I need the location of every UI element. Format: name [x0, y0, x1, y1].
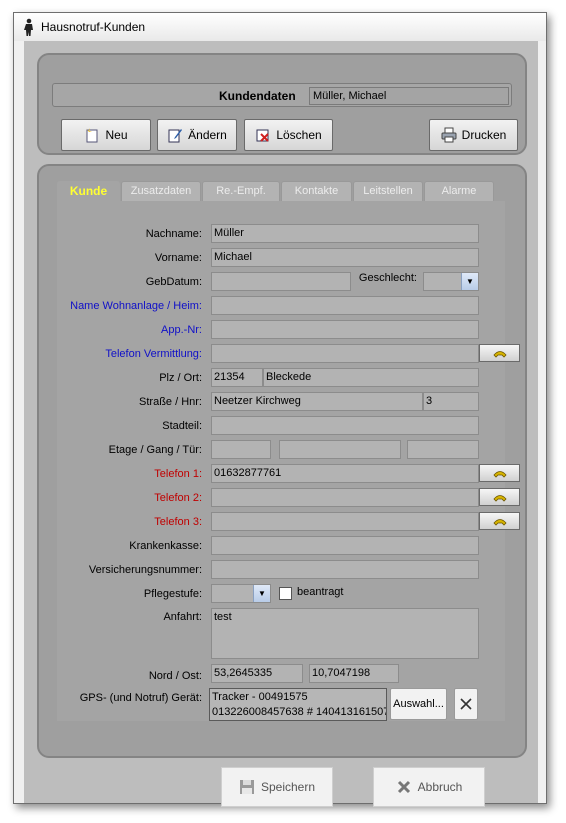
vorname-label: Vorname:: [154, 252, 202, 264]
gebdatum-label: GebDatum:: [145, 276, 202, 288]
person-icon: [24, 18, 33, 36]
etage-label: Etage / Gang / Tür:: [108, 444, 202, 456]
customer-display: Kundendaten Müller, Michael: [52, 83, 512, 107]
delete-button[interactable]: Löschen: [244, 119, 333, 151]
dial-telefon2-button[interactable]: [479, 488, 520, 506]
ost-field[interactable]: 10,7047198: [309, 664, 399, 683]
disk-icon: [239, 780, 254, 794]
krankenkasse-field[interactable]: [211, 536, 479, 555]
phone-icon: [492, 351, 507, 358]
edit-icon: [168, 129, 183, 143]
etage-field[interactable]: [211, 440, 271, 459]
phone-icon: [492, 495, 507, 502]
tab-kunde[interactable]: Kunde: [57, 181, 120, 201]
edit-button-label: Ändern: [188, 128, 227, 142]
vorname-field[interactable]: Michael: [211, 248, 479, 267]
cancel-button[interactable]: Abbruch: [373, 767, 485, 807]
geraet-line1: Tracker - 00491575: [212, 691, 308, 703]
telefon3-field[interactable]: [211, 512, 479, 531]
chevron-down-icon: ▼: [253, 585, 270, 602]
new-button-label: Neu: [105, 128, 128, 142]
chevron-down-icon: ▼: [461, 273, 478, 290]
new-button[interactable]: Neu: [61, 119, 151, 151]
app-nr-label: App.-Nr:: [161, 324, 202, 336]
geraet-display: Tracker - 00491575 013226008457638 # 140…: [209, 688, 387, 721]
telefon1-label: Telefon 1:: [154, 468, 202, 480]
tab-kontakte[interactable]: Kontakte: [281, 181, 352, 201]
tab-re-empf[interactable]: Re.-Empf.: [202, 181, 280, 201]
new-icon: [86, 128, 98, 143]
beantragt-checkbox[interactable]: [279, 587, 292, 600]
dial-vermittlung-button[interactable]: [479, 344, 520, 362]
print-button[interactable]: Drucken: [429, 119, 518, 151]
anfahrt-textarea[interactable]: test: [211, 608, 479, 659]
telefon2-field[interactable]: [211, 488, 479, 507]
telefon-vermittlung-field[interactable]: [211, 344, 479, 363]
customer-label: Kundendaten: [219, 89, 296, 103]
versicherungsnummer-field[interactable]: [211, 560, 479, 579]
strasse-field[interactable]: Neetzer Kirchweg: [211, 392, 423, 411]
customer-form: Nachname: Müller Vorname: Michael GebDat…: [57, 201, 520, 721]
krankenkasse-label: Krankenkasse:: [129, 540, 202, 552]
title-bar[interactable]: Hausnotruf-Kunden: [14, 13, 546, 41]
tab-alarme[interactable]: Alarme: [424, 181, 494, 201]
save-button-label: Speichern: [260, 780, 316, 794]
dial-telefon1-button[interactable]: [479, 464, 520, 482]
plz-ort-label: Plz / Ort:: [159, 372, 202, 384]
wohnanlage-field[interactable]: [211, 296, 479, 315]
save-button[interactable]: Speichern: [221, 767, 333, 807]
window-title: Hausnotruf-Kunden: [41, 20, 146, 34]
plz-field[interactable]: 21354: [211, 368, 263, 387]
geschlecht-dropdown[interactable]: ▼: [423, 272, 479, 291]
versicherungsnummer-label: Versicherungsnummer:: [88, 564, 202, 576]
cancel-button-label: Abbruch: [417, 780, 463, 794]
app-nr-field[interactable]: [211, 320, 479, 339]
edit-button[interactable]: Ändern: [157, 119, 237, 151]
dial-telefon3-button[interactable]: [479, 512, 520, 530]
telefon2-label: Telefon 2:: [154, 492, 202, 504]
customer-value: Müller, Michael: [309, 87, 509, 105]
clear-geraet-button[interactable]: [454, 688, 478, 720]
ort-field[interactable]: Bleckede: [263, 368, 479, 387]
phone-icon: [492, 471, 507, 478]
nord-ost-label: Nord / Ost:: [148, 670, 202, 682]
delete-icon: [256, 129, 270, 142]
geschlecht-label: Geschlecht:: [358, 272, 417, 284]
pflegestufe-dropdown[interactable]: ▼: [211, 584, 271, 603]
auswahl-button[interactable]: Auswahl...: [390, 688, 447, 720]
stadtteil-field[interactable]: [211, 416, 479, 435]
beantragt-label: beantragt: [297, 586, 344, 598]
tuer-field[interactable]: [407, 440, 479, 459]
print-button-label: Drucken: [461, 128, 507, 142]
stadtteil-label: Stadteil:: [162, 420, 202, 432]
phone-icon: [492, 519, 507, 526]
printer-icon: [441, 127, 457, 143]
strasse-label: Straße / Hnr:: [139, 396, 202, 408]
nord-field[interactable]: 53,2645335: [211, 664, 303, 683]
delete-button-label: Löschen: [276, 128, 322, 142]
client-area: Kundendaten Müller, Michael Neu Ändern L…: [24, 41, 538, 807]
cancel-icon: [397, 780, 410, 794]
geraet-line2: 013226008457638 # 140413161507: [212, 706, 387, 718]
app-window: Hausnotruf-Kunden Kundendaten Müller, Mi…: [13, 12, 547, 807]
nachname-field[interactable]: Müller: [211, 224, 479, 243]
anfahrt-label: Anfahrt:: [163, 611, 202, 623]
tab-leitstellen[interactable]: Leitstellen: [353, 181, 423, 201]
gebdatum-field[interactable]: [211, 272, 351, 291]
hausnummer-field[interactable]: 3: [423, 392, 479, 411]
close-icon: [460, 698, 472, 710]
tab-zusatzdaten[interactable]: Zusatzdaten: [121, 181, 201, 201]
telefon1-field[interactable]: 01632877761: [211, 464, 479, 483]
telefon3-label: Telefon 3:: [154, 516, 202, 528]
telefon-vermittlung-label: Telefon Vermittlung:: [105, 348, 202, 360]
wohnanlage-label: Name Wohnanlage / Heim:: [70, 300, 202, 312]
pflegestufe-label: Pflegestufe:: [143, 588, 202, 600]
geraet-label: GPS- (und Notruf) Gerät:: [79, 692, 202, 704]
nachname-label: Nachname:: [145, 228, 202, 240]
gang-field[interactable]: [279, 440, 401, 459]
